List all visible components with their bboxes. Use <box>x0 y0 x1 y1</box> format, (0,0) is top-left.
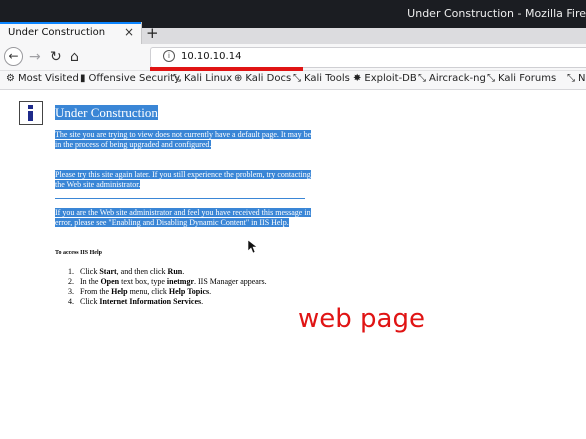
bookmark-aircrack-ng[interactable]: ⤡ Aircrack-ng <box>418 73 486 84</box>
bookmark-label: Most Visited <box>17 73 79 84</box>
bookmark-label: Aircrack-ng <box>429 73 486 84</box>
bookmark-most-visited[interactable]: ⚙ Most Visited <box>6 73 79 84</box>
bookmark-kali-tools[interactable]: ⤡ Kali Tools <box>293 73 350 84</box>
admin-paragraph: If you are the Web site administrator an… <box>55 208 311 227</box>
web-page-content: Under Construction The site you are tryi… <box>0 90 586 439</box>
mouse-cursor-icon <box>247 239 258 254</box>
help-subheading: To access IIS Help <box>55 250 102 256</box>
bookmark-label: Exploit-DB <box>364 73 417 84</box>
tab-label: Under Construction <box>8 27 106 38</box>
divider <box>55 198 305 199</box>
close-tab-icon[interactable]: × <box>124 25 134 39</box>
bookmark-label: Kali Docs <box>245 73 292 84</box>
bookmark-label: Neth <box>578 73 586 84</box>
url-bar[interactable]: i 10.10.10.14 <box>150 47 586 68</box>
bookmark-offensive-security[interactable]: ▮ Offensive Security <box>80 73 180 84</box>
forward-button[interactable]: → <box>29 48 41 66</box>
bookmark-label: Offensive Security <box>88 73 181 84</box>
reload-button[interactable]: ↻ <box>50 48 62 66</box>
bookmark-label: Kali Tools <box>304 73 350 84</box>
kali-icon: ⤡ <box>567 73 575 84</box>
help-steps-list: 1. Click Start, and then click Run. 2. In t… <box>68 267 268 307</box>
kali-icon: ⤡ <box>173 73 181 84</box>
new-tab-button[interactable]: + <box>146 24 159 42</box>
web-page-annotation: web page <box>298 304 425 334</box>
help-step: 1. Click Start, and then click Run. <box>68 267 185 276</box>
kali-icon: ⤡ <box>487 73 495 84</box>
aircrack-icon: ⤡ <box>418 73 426 84</box>
url-text[interactable]: 10.10.10.14 <box>181 51 241 62</box>
info-icon <box>19 101 43 125</box>
tab-under-construction[interactable]: Under Construction × <box>0 22 142 44</box>
bookmark-exploit-db[interactable]: ✸ Exploit-DB <box>353 73 417 84</box>
gear-icon: ⚙ <box>6 73 15 84</box>
info-icon[interactable]: i <box>163 50 175 62</box>
intro-paragraph: The site you are trying to view does not… <box>55 130 312 149</box>
bookmark-kali-linux[interactable]: ⤡ Kali Linux <box>173 73 232 84</box>
bookmark-kali-forums[interactable]: ⤡ Kali Forums <box>487 73 556 84</box>
kali-icon: ⤡ <box>293 73 301 84</box>
window-title: Under Construction - Mozilla Fire <box>407 7 586 20</box>
exploitdb-icon: ✸ <box>353 73 362 84</box>
help-step: 3. From the Help menu, click Help Topics. <box>68 287 212 296</box>
bookmark-neth[interactable]: ⤡Neth <box>567 73 586 84</box>
help-step: 4. Click Internet Information Services. <box>68 297 204 306</box>
page-title: Under Construction <box>55 105 158 120</box>
bookmark-kali-docs[interactable]: ⊕ Kali Docs <box>234 73 291 84</box>
active-tab-indicator <box>0 22 141 24</box>
home-button[interactable]: ⌂ <box>70 48 79 66</box>
offsec-icon: ▮ <box>80 73 86 84</box>
help-step: 2. In the Open text box, type inetmgr. II… <box>68 277 267 286</box>
bookmarks-toolbar: ⚙ Most Visited ▮ Offensive Security ⤡ Kali Li… <box>0 71 586 90</box>
retry-paragraph: Please try this site again later. If you… <box>55 170 311 189</box>
bookmark-label: Kali Linux <box>184 73 233 84</box>
back-button[interactable]: ← <box>4 47 23 66</box>
globe-icon: ⊕ <box>234 73 243 84</box>
bookmark-label: Kali Forums <box>498 73 557 84</box>
